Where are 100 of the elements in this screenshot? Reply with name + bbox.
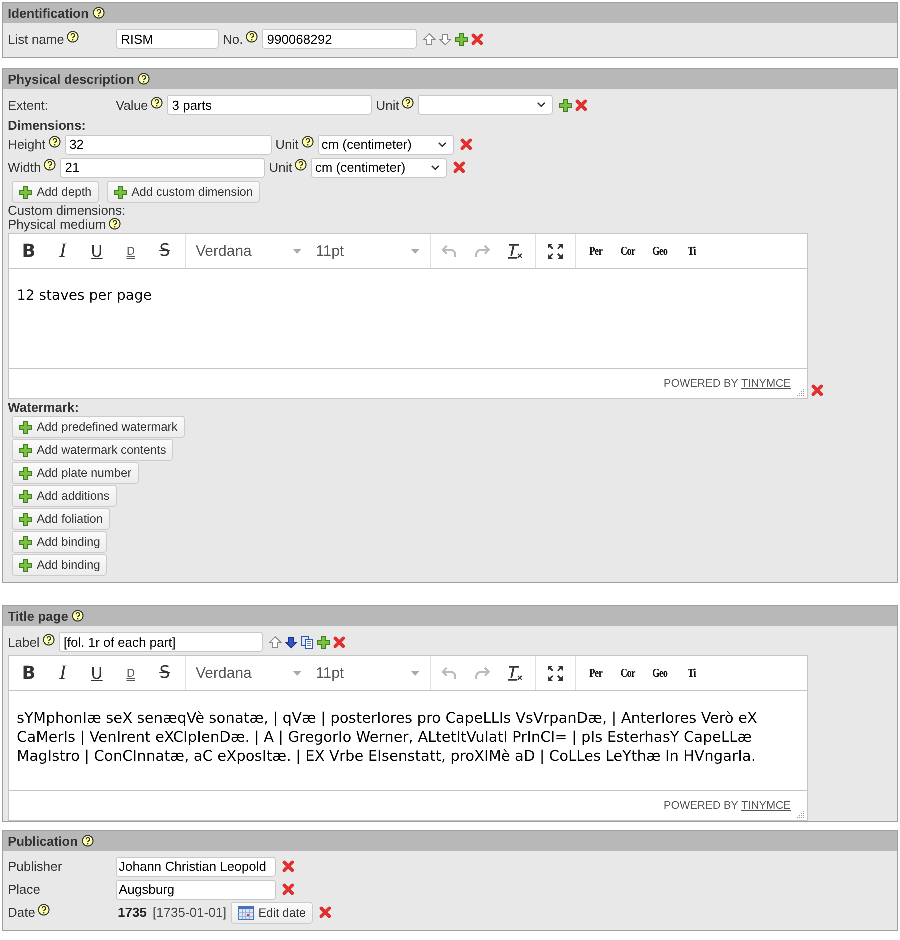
unit-select[interactable]: cm (centimeter) bbox=[318, 134, 454, 154]
help-icon[interactable] bbox=[246, 30, 258, 42]
help-icon[interactable] bbox=[82, 835, 94, 847]
fullscreen-icon[interactable] bbox=[547, 664, 564, 682]
delete-icon[interactable] bbox=[575, 98, 588, 112]
custom-format-button[interactable]: Geo bbox=[647, 666, 673, 680]
editor-content[interactable]: sYMphonIæ seX senæqVè sonatæ, | qVæ | posterIores pro CapeLLIs VsVrpanDæ, | AnterIores Verò eX CaMerIs | VenIrent eXCIpIenDæ. | A | GregorIo Werner, ALtetItVulatI PrInCI= | pIs EsterhasY CapeLLæ MagIstro | ConCInnatæ, aC eXposItæ. | EX Vrbe EIsenstatt, proXIMè aD | CoLLes LeYthæ In HVngarIa. bbox=[9, 691, 807, 791]
field-label: Label bbox=[8, 634, 40, 650]
help-icon[interactable] bbox=[72, 610, 84, 622]
fullscreen-icon[interactable] bbox=[547, 242, 564, 260]
help-icon[interactable] bbox=[138, 73, 150, 85]
list-name-field[interactable]: RISM bbox=[116, 29, 219, 49]
add-button[interactable]: Add custom dimension bbox=[106, 181, 260, 203]
field-label: Unit bbox=[269, 160, 292, 175]
font-dropdown[interactable]: Verdana bbox=[190, 236, 308, 266]
add-icon[interactable] bbox=[19, 558, 32, 572]
add-icon[interactable] bbox=[19, 512, 32, 526]
add-icon[interactable] bbox=[19, 186, 32, 198]
extent-value-field[interactable]: 3 parts bbox=[167, 95, 372, 115]
caret-icon bbox=[293, 248, 302, 254]
editor-content[interactable]: 12 staves per page bbox=[9, 269, 807, 369]
font-size-dropdown[interactable]: 11pt bbox=[310, 236, 426, 266]
custom-format-button[interactable]: Ti bbox=[679, 666, 705, 680]
add-icon[interactable] bbox=[19, 536, 32, 548]
clear-formatting-icon[interactable] bbox=[506, 242, 524, 260]
unit-select[interactable]: cm (centimeter) bbox=[311, 158, 448, 178]
text-field[interactable]: Johann Christian Leopold bbox=[116, 856, 276, 876]
add-icon[interactable] bbox=[19, 444, 32, 456]
clear-formatting-icon[interactable] bbox=[506, 664, 524, 682]
format-button[interactable]: U bbox=[81, 236, 113, 266]
down-arrow-icon[interactable] bbox=[284, 636, 298, 648]
add-icon[interactable] bbox=[19, 466, 32, 480]
custom-format-button[interactable]: Cor bbox=[615, 666, 641, 680]
calendar-icon bbox=[238, 906, 254, 920]
help-icon[interactable] bbox=[295, 159, 308, 171]
text-field[interactable]: Augsburg bbox=[116, 880, 276, 900]
custom-format-button[interactable]: Per bbox=[583, 244, 609, 258]
help-icon[interactable] bbox=[151, 96, 164, 108]
delete-icon[interactable] bbox=[282, 860, 295, 873]
format-button[interactable]: U bbox=[81, 658, 113, 688]
dimension-field[interactable]: 21 bbox=[60, 158, 266, 178]
help-icon[interactable] bbox=[48, 136, 61, 148]
delete-icon[interactable] bbox=[453, 161, 466, 174]
dimension-field[interactable]: 32 bbox=[64, 134, 272, 154]
custom-format-button[interactable]: Per bbox=[583, 666, 609, 680]
delete-icon[interactable] bbox=[319, 906, 332, 919]
watermark-heading: Watermark: bbox=[8, 400, 80, 415]
add-button[interactable]: Add binding bbox=[12, 554, 108, 576]
delete-icon[interactable] bbox=[332, 636, 346, 648]
custom-format-button[interactable]: Geo bbox=[647, 244, 673, 258]
add-button[interactable]: Add additions bbox=[12, 485, 117, 507]
help-icon[interactable] bbox=[44, 159, 56, 171]
custom-format-button[interactable]: Ti bbox=[679, 244, 705, 258]
label-field[interactable]: [fol. 1r of each part] bbox=[58, 632, 263, 652]
resize-handle-icon[interactable] bbox=[796, 388, 805, 397]
add-button[interactable]: Add binding bbox=[12, 531, 108, 553]
edit-date-button[interactable]: Edit date bbox=[230, 902, 314, 924]
help-icon[interactable] bbox=[402, 96, 414, 108]
resize-handle-icon[interactable] bbox=[796, 810, 805, 819]
format-button[interactable]: I bbox=[47, 236, 79, 266]
add-button[interactable]: Add foliation bbox=[12, 508, 110, 530]
add-button[interactable]: Add predefined watermark bbox=[12, 416, 185, 438]
copy-icon[interactable] bbox=[300, 636, 314, 648]
add-icon[interactable] bbox=[316, 636, 330, 648]
custom-dimensions-label: Custom dimensions: bbox=[8, 204, 127, 218]
add-button[interactable]: Add watermark contents bbox=[12, 439, 174, 461]
format-button[interactable]: B bbox=[13, 236, 45, 266]
add-button[interactable]: Add depth bbox=[12, 181, 99, 203]
help-icon[interactable] bbox=[42, 634, 55, 646]
font-size-dropdown[interactable]: 11pt bbox=[310, 658, 426, 688]
help-icon[interactable] bbox=[67, 30, 80, 42]
delete-icon[interactable] bbox=[471, 32, 484, 46]
chevron-icon bbox=[438, 142, 447, 148]
help-icon[interactable] bbox=[302, 136, 314, 148]
help-icon[interactable] bbox=[109, 218, 122, 230]
up-arrow-icon[interactable] bbox=[423, 32, 436, 46]
add-icon[interactable] bbox=[19, 490, 32, 502]
add-icon[interactable] bbox=[559, 98, 572, 112]
add-icon[interactable] bbox=[19, 420, 32, 434]
custom-format-button[interactable]: Cor bbox=[615, 244, 641, 258]
format-button[interactable]: I bbox=[47, 658, 79, 688]
add-button[interactable]: Add plate number bbox=[12, 462, 139, 484]
format-button[interactable]: D bbox=[115, 658, 147, 688]
help-icon[interactable] bbox=[92, 7, 105, 19]
delete-icon[interactable] bbox=[460, 138, 473, 151]
help-icon[interactable] bbox=[38, 904, 50, 916]
delete-icon[interactable] bbox=[811, 384, 824, 397]
section-title: Physical description bbox=[8, 72, 134, 86]
section-title: Identification bbox=[8, 6, 89, 20]
format-button[interactable]: D bbox=[115, 236, 147, 266]
delete-icon[interactable] bbox=[282, 883, 295, 896]
font-dropdown[interactable]: Verdana bbox=[190, 658, 308, 688]
format-button[interactable]: S bbox=[149, 658, 181, 688]
format-button[interactable]: B bbox=[13, 658, 45, 688]
add-icon[interactable] bbox=[114, 186, 127, 198]
number-field[interactable]: 990068292 bbox=[262, 29, 418, 49]
add-icon[interactable] bbox=[455, 32, 468, 46]
tinymce-link[interactable]: TINYMCE bbox=[742, 800, 791, 812]
format-button[interactable]: S bbox=[149, 236, 181, 266]
tinymce-link[interactable]: TINYMCE bbox=[742, 378, 791, 390]
